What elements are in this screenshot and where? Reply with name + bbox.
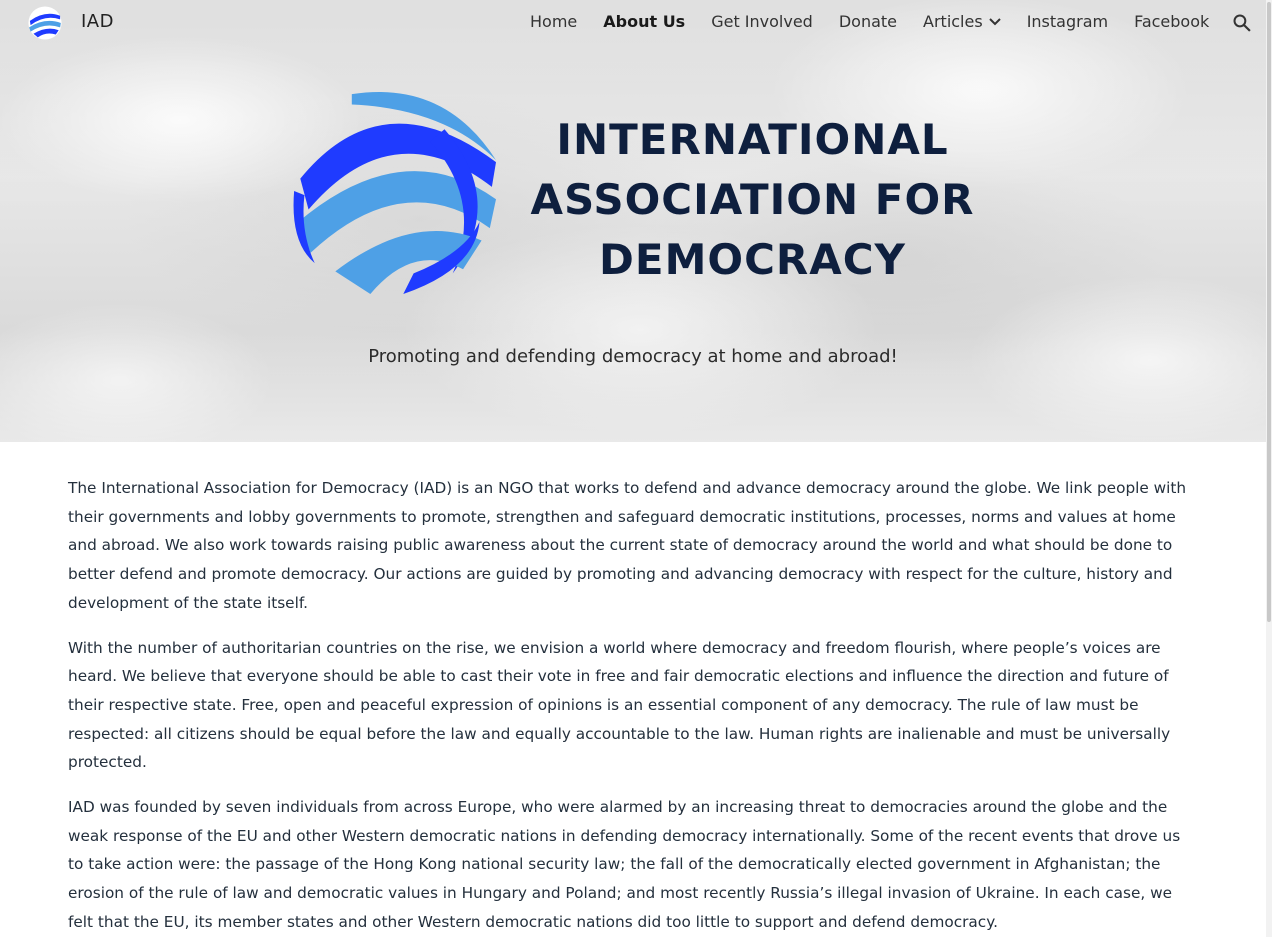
about-paragraph-2: With the number of authoritarian countri… bbox=[68, 638, 1171, 772]
globe-logo-icon bbox=[293, 91, 496, 294]
scrollbar-thumb[interactable] bbox=[1267, 2, 1271, 622]
site-logo-icon[interactable] bbox=[27, 5, 63, 41]
site-title[interactable]: IAD bbox=[81, 11, 114, 32]
search-icon[interactable] bbox=[1232, 13, 1252, 33]
nav-articles-label: Articles bbox=[923, 12, 983, 31]
hero-title-line-2: ASSOCIATION FOR bbox=[530, 175, 975, 224]
page-scrollbar[interactable] bbox=[1266, 0, 1272, 937]
about-content: The International Association for Democr… bbox=[68, 474, 1193, 937]
chevron-down-icon[interactable] bbox=[988, 17, 1001, 26]
nav-menu: Home About Us Get Involved Donate Articl… bbox=[530, 12, 1235, 31]
nav-get-involved[interactable]: Get Involved bbox=[711, 12, 813, 31]
hero-title-line-3: DEMOCRACY bbox=[599, 235, 906, 284]
nav-home[interactable]: Home bbox=[530, 12, 577, 31]
nav-donate[interactable]: Donate bbox=[839, 12, 897, 31]
hero-title-line-1: INTERNATIONAL bbox=[556, 115, 949, 164]
about-paragraph-3: IAD was founded by seven individuals fro… bbox=[68, 798, 1181, 931]
hero-tagline: Promoting and defending democracy at hom… bbox=[368, 346, 898, 367]
top-navigation: IAD Home About Us Get Involved Donate Ar… bbox=[0, 0, 1266, 46]
hero-title: INTERNATIONAL ASSOCIATION FOR DEMOCRACY bbox=[525, 110, 980, 290]
nav-articles[interactable]: Articles bbox=[923, 12, 1001, 31]
about-paragraph-1: The International Association for Democr… bbox=[68, 479, 1187, 612]
nav-about-us[interactable]: About Us bbox=[603, 12, 685, 31]
nav-instagram[interactable]: Instagram bbox=[1027, 12, 1108, 31]
nav-facebook[interactable]: Facebook bbox=[1134, 12, 1209, 31]
